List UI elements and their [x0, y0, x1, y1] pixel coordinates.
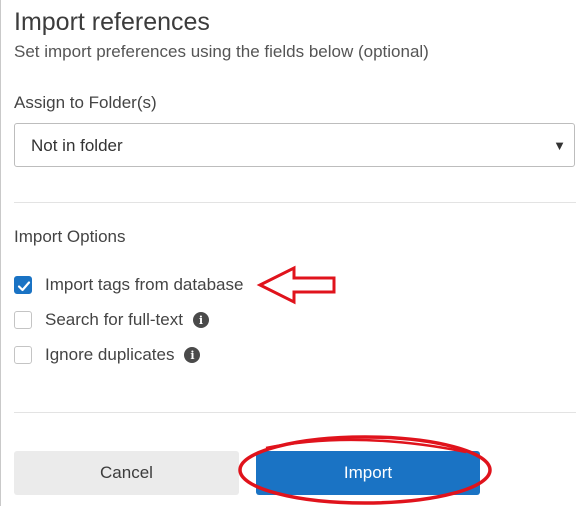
ignore-duplicates-label: Ignore duplicates: [45, 345, 175, 364]
folder-select[interactable]: Not in folder ▼: [14, 123, 575, 167]
import-tags-label: Import tags from database: [45, 275, 244, 294]
search-full-text-label: Search for full-text: [45, 310, 183, 329]
cancel-button[interactable]: Cancel: [14, 451, 239, 495]
ignore-duplicates-checkbox[interactable]: [14, 346, 32, 364]
option-import-tags[interactable]: Import tags from database: [14, 274, 243, 296]
caret-down-icon: ▼: [553, 138, 566, 153]
option-search-full-text[interactable]: Search for full-text i: [14, 309, 209, 331]
import-button[interactable]: Import: [256, 451, 480, 495]
info-icon[interactable]: i: [184, 347, 201, 363]
search-full-text-checkbox[interactable]: [14, 311, 32, 329]
dialog-subtitle: Set import preferences using the fields …: [14, 42, 429, 61]
footer-divider: [14, 412, 576, 413]
import-options-label: Import Options: [14, 227, 126, 246]
dialog-title: Import references: [14, 8, 210, 36]
checkmark-icon: [17, 281, 31, 292]
folder-label: Assign to Folder(s): [14, 93, 157, 112]
window-edge: [0, 0, 1, 506]
section-divider: [14, 202, 576, 203]
info-icon[interactable]: i: [192, 312, 209, 328]
folder-select-value: Not in folder: [31, 136, 123, 155]
import-tags-checkbox[interactable]: [14, 276, 32, 294]
option-ignore-duplicates[interactable]: Ignore duplicates i: [14, 344, 201, 366]
annotation-arrow-icon: [256, 265, 336, 305]
